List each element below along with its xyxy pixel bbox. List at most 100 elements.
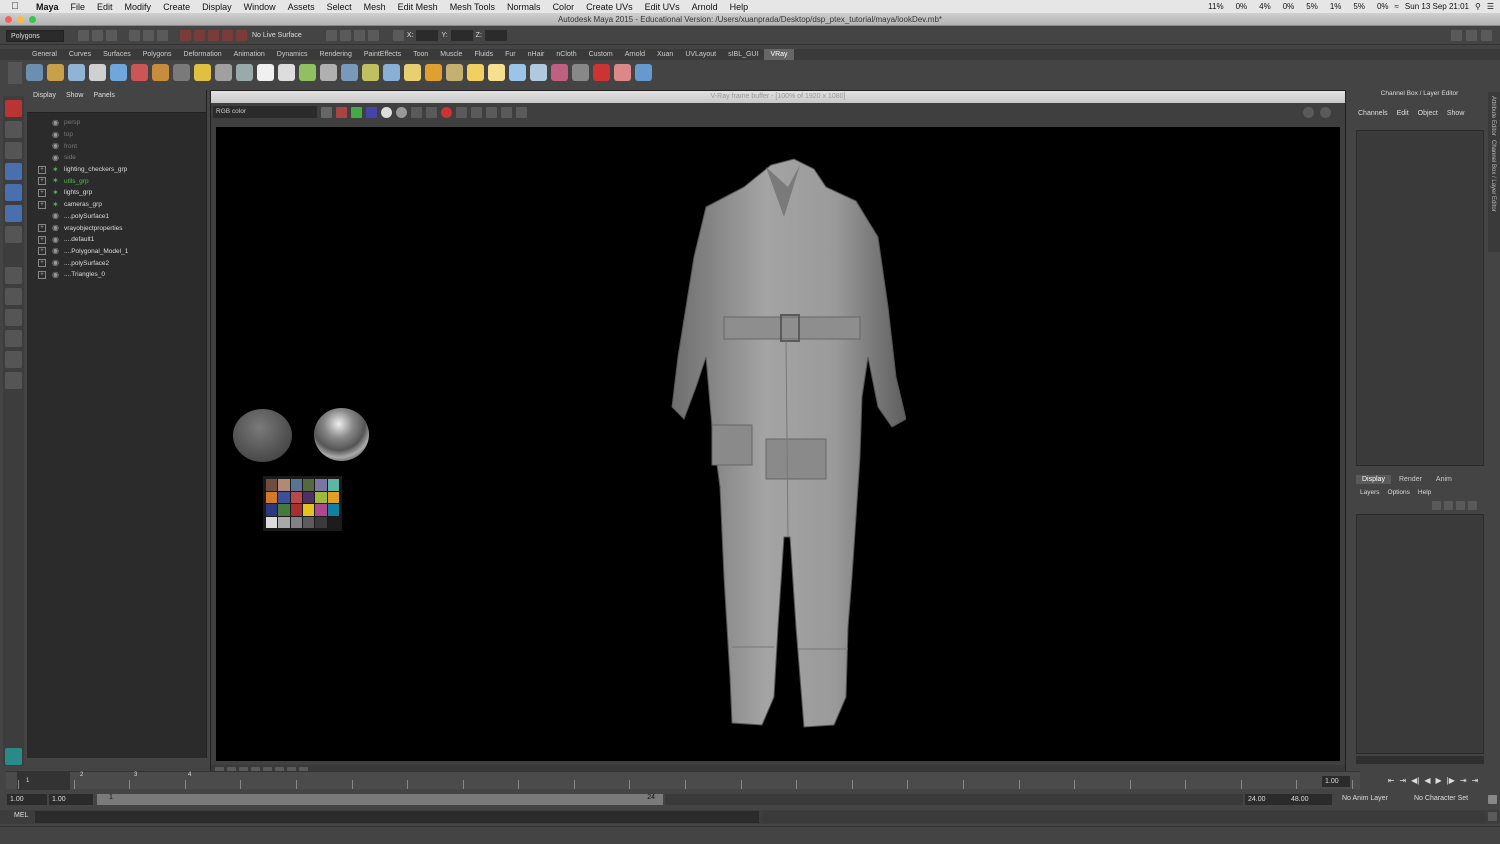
clear-image-icon[interactable] xyxy=(501,106,512,118)
mac-menu-item[interactable]: Arnold xyxy=(686,2,724,12)
anim-layer-select[interactable]: No Anim Layer xyxy=(1342,795,1388,802)
mac-menu-item[interactable]: Mesh Tools xyxy=(444,2,501,12)
shelf-tool-icon[interactable] xyxy=(404,64,421,81)
outliner-item[interactable]: + ✶ lighting_checkers_grp xyxy=(27,164,206,176)
select-object-icon[interactable] xyxy=(143,30,154,41)
channel-box-menu-item[interactable]: Channels xyxy=(1358,107,1388,121)
layout-graph-icon[interactable] xyxy=(5,351,22,368)
shelf-tab-animation[interactable]: Animation xyxy=(228,49,271,60)
move-tool-icon[interactable] xyxy=(5,163,22,180)
mac-menu-item[interactable]: Modify xyxy=(119,2,158,12)
go-start-icon[interactable]: ⇤ xyxy=(1388,776,1395,785)
x-field[interactable] xyxy=(416,30,439,41)
lasso-tool-icon[interactable] xyxy=(5,121,22,138)
mac-menu-item[interactable]: Help xyxy=(724,2,755,12)
make-live-icon[interactable] xyxy=(236,30,247,41)
snap-curve-icon[interactable] xyxy=(194,30,205,41)
blue-channel-icon[interactable] xyxy=(366,106,377,118)
shelf-tab-vray[interactable]: VRay xyxy=(764,49,794,60)
shelf-tool-icon[interactable] xyxy=(194,64,211,81)
expand-icon[interactable]: + xyxy=(38,177,46,186)
channel-box-pane[interactable] xyxy=(1356,130,1484,466)
shelf-tool-icon[interactable] xyxy=(509,64,526,81)
command-input[interactable] xyxy=(35,811,759,823)
outliner-item[interactable]: ◉ top xyxy=(27,129,206,141)
outliner-item[interactable]: + ✶ lights_grp xyxy=(27,187,206,199)
expand-icon[interactable]: + xyxy=(38,259,46,268)
outliner-item[interactable]: ◉ side xyxy=(27,152,206,164)
current-frame-marker[interactable] xyxy=(17,772,70,790)
shelf-tab-rendering[interactable]: Rendering xyxy=(314,49,358,60)
render-last-icon[interactable] xyxy=(516,106,527,118)
time-slider[interactable]: 1 2 3 4 xyxy=(6,771,1360,790)
channel-box-menu-item[interactable]: Edit xyxy=(1397,107,1409,121)
current-time-field[interactable]: 1.00 xyxy=(1322,776,1350,787)
maya-home-icon[interactable] xyxy=(5,748,22,765)
shelf-tool-icon[interactable] xyxy=(131,64,148,81)
shelf-tool-icon[interactable] xyxy=(278,64,295,81)
cpu-meter[interactable]: 1% xyxy=(1330,2,1342,11)
mac-menu-item[interactable]: Edit xyxy=(91,2,119,12)
wifi-icon[interactable]: ≈ xyxy=(1395,2,1399,11)
clock[interactable]: Sun 13 Sep 21:01 xyxy=(1405,2,1469,11)
shelf-tab-xuan[interactable]: Xuan xyxy=(651,49,679,60)
link-vfb-icon[interactable] xyxy=(486,106,497,118)
alpha-channel-icon[interactable] xyxy=(381,106,392,118)
mac-menu-item[interactable]: Normals xyxy=(501,2,547,12)
start-time-field[interactable]: 1.00 xyxy=(7,794,47,805)
transform-field-icon[interactable] xyxy=(392,30,404,41)
new-scene-icon[interactable] xyxy=(78,30,89,41)
render-view-icon[interactable] xyxy=(325,30,337,41)
shelf-tool-icon[interactable] xyxy=(446,64,463,81)
shelf-tool-icon[interactable] xyxy=(26,64,43,81)
shelf-tool-icon[interactable] xyxy=(572,64,589,81)
shelf-tool-icon[interactable] xyxy=(635,64,652,81)
outliner-menu-item[interactable]: Show xyxy=(66,90,84,101)
y-field[interactable] xyxy=(450,30,473,41)
shelf-tab-general[interactable]: General xyxy=(26,49,63,60)
rotate-tool-icon[interactable] xyxy=(5,184,22,201)
preferences-icon[interactable] xyxy=(1488,795,1497,804)
open-scene-icon[interactable] xyxy=(92,30,103,41)
shelf-tool-icon[interactable] xyxy=(530,64,547,81)
snap-point-icon[interactable] xyxy=(208,30,219,41)
shelf-tool-icon[interactable] xyxy=(383,64,400,81)
save-image-icon[interactable] xyxy=(411,106,422,118)
select-tool-icon[interactable] xyxy=(5,100,22,117)
outliner-menu-item[interactable]: Panels xyxy=(93,90,114,101)
expand-icon[interactable]: + xyxy=(38,224,46,233)
expand-icon[interactable]: + xyxy=(38,200,46,209)
mono-channel-icon[interactable] xyxy=(396,106,407,118)
shelf-tool-icon[interactable] xyxy=(173,64,190,81)
shelf-tab-sibl_gui[interactable]: sIBL_GUI xyxy=(722,49,764,60)
layer-menu-item[interactable]: Layers xyxy=(1360,489,1380,496)
shelf-tool-icon[interactable] xyxy=(152,64,169,81)
outliner-item[interactable]: + ◉ ....default1 xyxy=(27,234,206,246)
shelf-tool-icon[interactable] xyxy=(89,64,106,81)
shelf-tab-painteffects[interactable]: PaintEffects xyxy=(358,49,407,60)
shelf-tool-icon[interactable] xyxy=(68,64,85,81)
shelf-tool-icon[interactable] xyxy=(593,64,610,81)
cpu-meter[interactable]: 4% xyxy=(1259,2,1271,11)
mac-menu-item[interactable]: Select xyxy=(321,2,358,12)
outliner-item[interactable]: + ◉ vrayobjectproperties xyxy=(27,222,206,234)
shelf-tab-muscle[interactable]: Muscle xyxy=(434,49,468,60)
shelf-tool-icon[interactable] xyxy=(215,64,232,81)
cpu-meter[interactable]: 0% xyxy=(1283,2,1295,11)
shelf-tool-icon[interactable] xyxy=(320,64,337,81)
shelf-tool-icon[interactable] xyxy=(299,64,316,81)
red-channel-icon[interactable] xyxy=(336,106,347,118)
outliner-filter-field[interactable] xyxy=(27,101,206,113)
outliner-item[interactable]: + ◉ ....Triangles_0 xyxy=(27,269,206,281)
new-layer-selected-icon[interactable] xyxy=(1444,501,1453,510)
mac-menu-item[interactable]: Edit Mesh xyxy=(392,2,444,12)
layer-move-down-icon[interactable] xyxy=(1468,501,1477,510)
shelf-tab-uvlayout[interactable]: UVLayout xyxy=(679,49,722,60)
playback-end-field[interactable]: 24.00 xyxy=(1245,794,1289,805)
track-mouse-icon[interactable] xyxy=(456,106,467,118)
cpu-meter[interactable]: 0% xyxy=(1377,2,1389,11)
playback-start-field[interactable]: 1.00 xyxy=(49,794,93,805)
layout-single-icon[interactable] xyxy=(5,267,22,284)
script-editor-icon[interactable] xyxy=(1488,812,1497,821)
zoom-icon[interactable] xyxy=(29,16,36,23)
